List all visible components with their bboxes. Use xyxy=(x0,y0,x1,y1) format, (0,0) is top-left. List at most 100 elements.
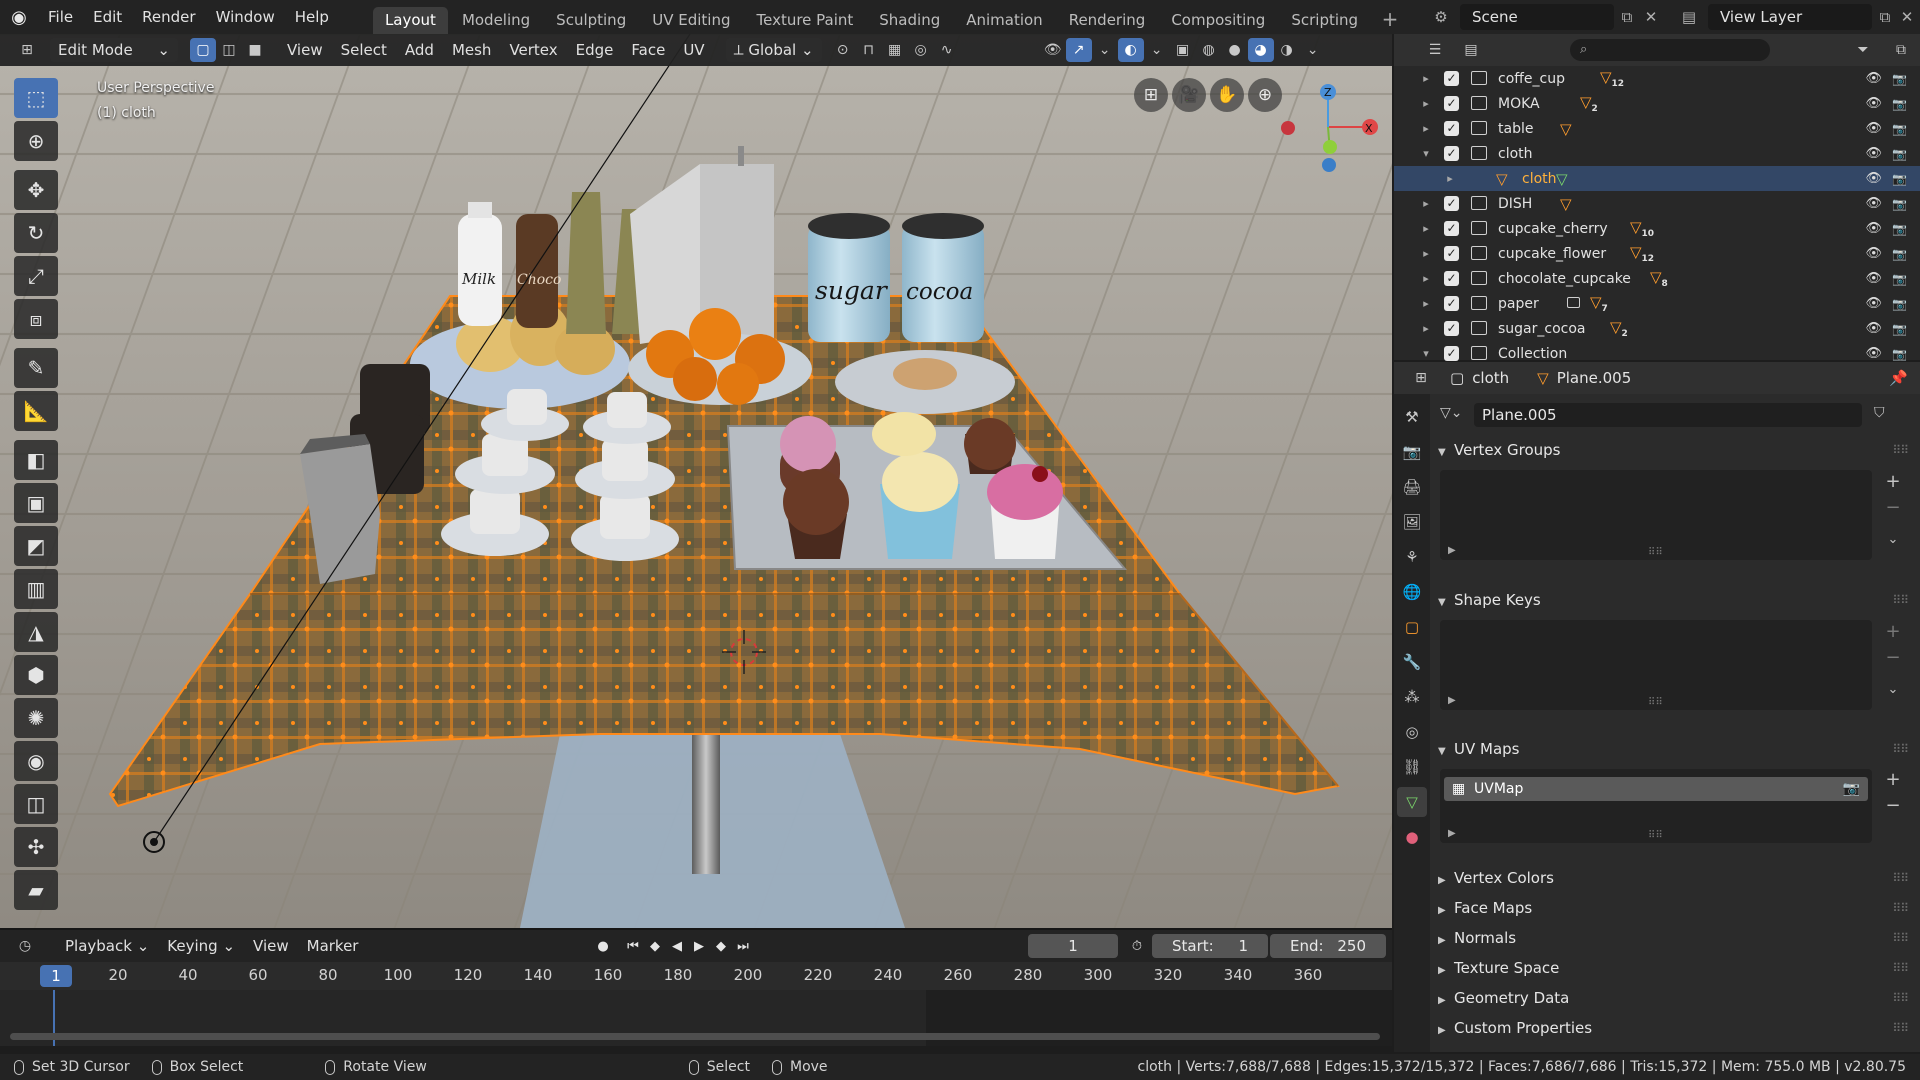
visibility-eye-icon[interactable]: 👁 xyxy=(1865,221,1882,236)
render-camera-icon[interactable]: 📷 xyxy=(1892,122,1907,136)
menu-edge[interactable]: Edge xyxy=(567,38,623,62)
xray-icon[interactable]: ▣ xyxy=(1170,38,1196,62)
outliner-item-name[interactable]: cupcake_flower xyxy=(1498,246,1606,262)
list-resize-icon[interactable]: ⠿⠿ xyxy=(1648,830,1663,841)
jump-start-icon[interactable]: ⏮ xyxy=(622,934,644,958)
remove-vertex-group-button[interactable]: − xyxy=(1882,498,1904,520)
outliner-row[interactable]: ▸ ▽ cloth ▽ 👁 📷 xyxy=(1394,166,1920,191)
visibility-eye-icon[interactable]: 👁 xyxy=(1865,121,1882,136)
outliner-item-name[interactable]: Collection xyxy=(1498,346,1567,362)
cursor-tool-icon[interactable]: ⊕ xyxy=(14,121,58,161)
exclude-checkbox[interactable]: ✓ xyxy=(1444,121,1459,136)
scene-type-icon[interactable]: ⚙ xyxy=(1428,4,1454,30)
shear-tool-icon[interactable]: ▰ xyxy=(14,870,58,910)
tab-texture-paint[interactable]: Texture Paint xyxy=(744,7,865,34)
new-scene-icon[interactable]: ⧉ xyxy=(1614,4,1640,30)
disclosure-closed-icon[interactable]: ▸ xyxy=(1420,72,1432,85)
shape-key-menu-icon[interactable]: ⌄ xyxy=(1882,680,1904,702)
outliner-item-name[interactable]: cloth xyxy=(1498,146,1533,162)
outliner-item-name[interactable]: cupcake_cherry xyxy=(1498,221,1608,237)
exclude-checkbox[interactable]: ✓ xyxy=(1444,221,1459,236)
menu-marker[interactable]: Marker xyxy=(298,934,368,958)
menu-view[interactable]: View xyxy=(278,38,332,62)
grid-view-icon[interactable]: ⊞ xyxy=(1134,78,1168,112)
add-workspace-button[interactable]: + xyxy=(1378,8,1402,32)
shading-options-icon[interactable]: ⌄ xyxy=(1300,38,1326,62)
render-camera-icon[interactable]: 📷 xyxy=(1892,222,1907,236)
visibility-eye-icon[interactable]: 👁 xyxy=(1865,146,1882,161)
start-frame-field[interactable]: Start: 1 xyxy=(1152,934,1268,958)
current-frame-field[interactable]: 1 xyxy=(1028,934,1118,958)
tab-modeling[interactable]: Modeling xyxy=(450,7,542,34)
custom-properties-panel-header[interactable]: ▶ Custom Properties ⠿⠿ xyxy=(1438,1014,1914,1042)
constraints-tab-icon[interactable]: ⛓ xyxy=(1397,752,1427,782)
render-camera-icon[interactable]: 📷 xyxy=(1843,777,1860,801)
drag-grip-icon[interactable]: ⠿⠿ xyxy=(1892,984,1909,1012)
record-icon[interactable]: ● xyxy=(592,934,614,958)
menu-add[interactable]: Add xyxy=(396,38,443,62)
inset-tool-icon[interactable]: ▣ xyxy=(14,483,58,523)
current-frame-marker[interactable]: 1 xyxy=(40,965,72,987)
menu-mesh[interactable]: Mesh xyxy=(443,38,501,62)
exclude-checkbox[interactable]: ✓ xyxy=(1444,96,1459,111)
outliner-row[interactable]: ▸ ✓ MOKA ▽2 👁 📷 xyxy=(1394,91,1920,116)
snap-target-icon[interactable]: ▦ xyxy=(882,38,908,62)
outliner-item-name[interactable]: sugar_cocoa xyxy=(1498,321,1586,337)
render-camera-icon[interactable]: 📷 xyxy=(1892,147,1907,161)
visibility-eye-icon[interactable]: 👁 xyxy=(1865,271,1882,286)
disclosure-open-icon[interactable]: ▾ xyxy=(1420,347,1432,360)
exclude-checkbox[interactable]: ✓ xyxy=(1444,196,1459,211)
outliner-item-name[interactable]: MOKA xyxy=(1498,96,1540,112)
output-tab-icon[interactable]: 🖨 xyxy=(1397,472,1427,502)
outliner-item-name[interactable]: coffe_cup xyxy=(1498,71,1565,87)
spin-tool-icon[interactable]: ✺ xyxy=(14,698,58,738)
menu-keying[interactable]: Keying ⌄ xyxy=(158,934,244,958)
add-shape-key-button[interactable]: + xyxy=(1882,622,1904,644)
list-expand-icon[interactable]: ▶ xyxy=(1448,828,1456,839)
visibility-icon[interactable]: 👁 xyxy=(1040,38,1066,62)
disclosure-open-icon[interactable]: ▾ xyxy=(1420,147,1432,160)
transform-orientation-selector[interactable]: ⟂ Global ⌄ xyxy=(725,38,822,62)
wireframe-shading-icon[interactable]: ◍ xyxy=(1196,38,1222,62)
mesh-data-icon[interactable]: ▽⌄ xyxy=(1440,405,1463,421)
drag-grip-icon[interactable]: ⠿⠿ xyxy=(1892,864,1909,892)
disclosure-closed-icon[interactable]: ▸ xyxy=(1420,322,1432,335)
exclude-checkbox[interactable]: ✓ xyxy=(1444,246,1459,261)
select-box-tool-icon[interactable]: ⬚ xyxy=(14,78,58,118)
falloff-icon[interactable]: ∿ xyxy=(934,38,960,62)
vertex-colors-panel-header[interactable]: ▶ Vertex Colors ⠿⠿ xyxy=(1438,864,1914,892)
render-camera-icon[interactable]: 📷 xyxy=(1892,347,1907,361)
material-shading-icon[interactable]: ◕ xyxy=(1247,38,1274,62)
shrink-fatten-tool-icon[interactable]: ✣ xyxy=(14,827,58,867)
mode-selector[interactable]: Edit Mode ⌄ xyxy=(50,38,178,62)
list-expand-icon[interactable]: ▶ xyxy=(1448,545,1456,556)
disclosure-closed-icon[interactable]: ▸ xyxy=(1420,297,1432,310)
disclosure-closed-icon[interactable]: ▸ xyxy=(1420,222,1432,235)
new-collection-icon[interactable]: ⧉ xyxy=(1888,38,1914,62)
material-tab-icon[interactable]: ● xyxy=(1397,822,1427,852)
drag-grip-icon[interactable]: ⠿⠿ xyxy=(1892,735,1909,763)
camera-view-icon[interactable]: 🎥 xyxy=(1172,78,1206,112)
menu-playback[interactable]: Playback ⌄ xyxy=(56,934,158,958)
remove-uv-map-button[interactable]: − xyxy=(1882,796,1904,818)
visibility-eye-icon[interactable]: 👁 xyxy=(1865,71,1882,86)
knife-tool-icon[interactable]: ◮ xyxy=(14,612,58,652)
tab-uv-editing[interactable]: UV Editing xyxy=(640,7,742,34)
frame-ruler[interactable]: 1 20 40 60 80 100 120 140 160 180 200 220 240 260 280… xyxy=(0,962,1392,990)
data-tab-icon[interactable]: ▽ xyxy=(1397,787,1427,817)
drag-grip-icon[interactable]: ⠿⠿ xyxy=(1892,924,1909,952)
context-mesh[interactable]: ▽ Plane.005 xyxy=(1537,369,1631,387)
properties-editor-type-icon[interactable]: ⊞ xyxy=(1408,366,1434,390)
tab-scripting[interactable]: Scripting xyxy=(1279,7,1370,34)
vertex-groups-list[interactable]: ▶ ⠿⠿ xyxy=(1440,470,1872,560)
render-camera-icon[interactable]: 📷 xyxy=(1892,72,1907,86)
outliner-item-name[interactable]: cloth xyxy=(1522,171,1557,187)
3d-viewport[interactable]: Milk Choco sugar cocoa X Z ⊞ Edit Mode ⌄… xyxy=(0,34,1392,928)
view-layer-icon[interactable]: ▤ xyxy=(1676,4,1702,30)
face-maps-panel-header[interactable]: ▶ Face Maps ⠿⠿ xyxy=(1438,894,1914,922)
scene-selector[interactable]: Scene xyxy=(1460,4,1614,30)
bevel-tool-icon[interactable]: ◩ xyxy=(14,526,58,566)
outliner-row[interactable]: ▸ ✓ cupcake_flower ▽12 👁 📷 xyxy=(1394,241,1920,266)
outliner-row[interactable]: ▸ ✓ table ▽ 👁 📷 xyxy=(1394,116,1920,141)
timeline-body[interactable] xyxy=(0,990,1392,1046)
